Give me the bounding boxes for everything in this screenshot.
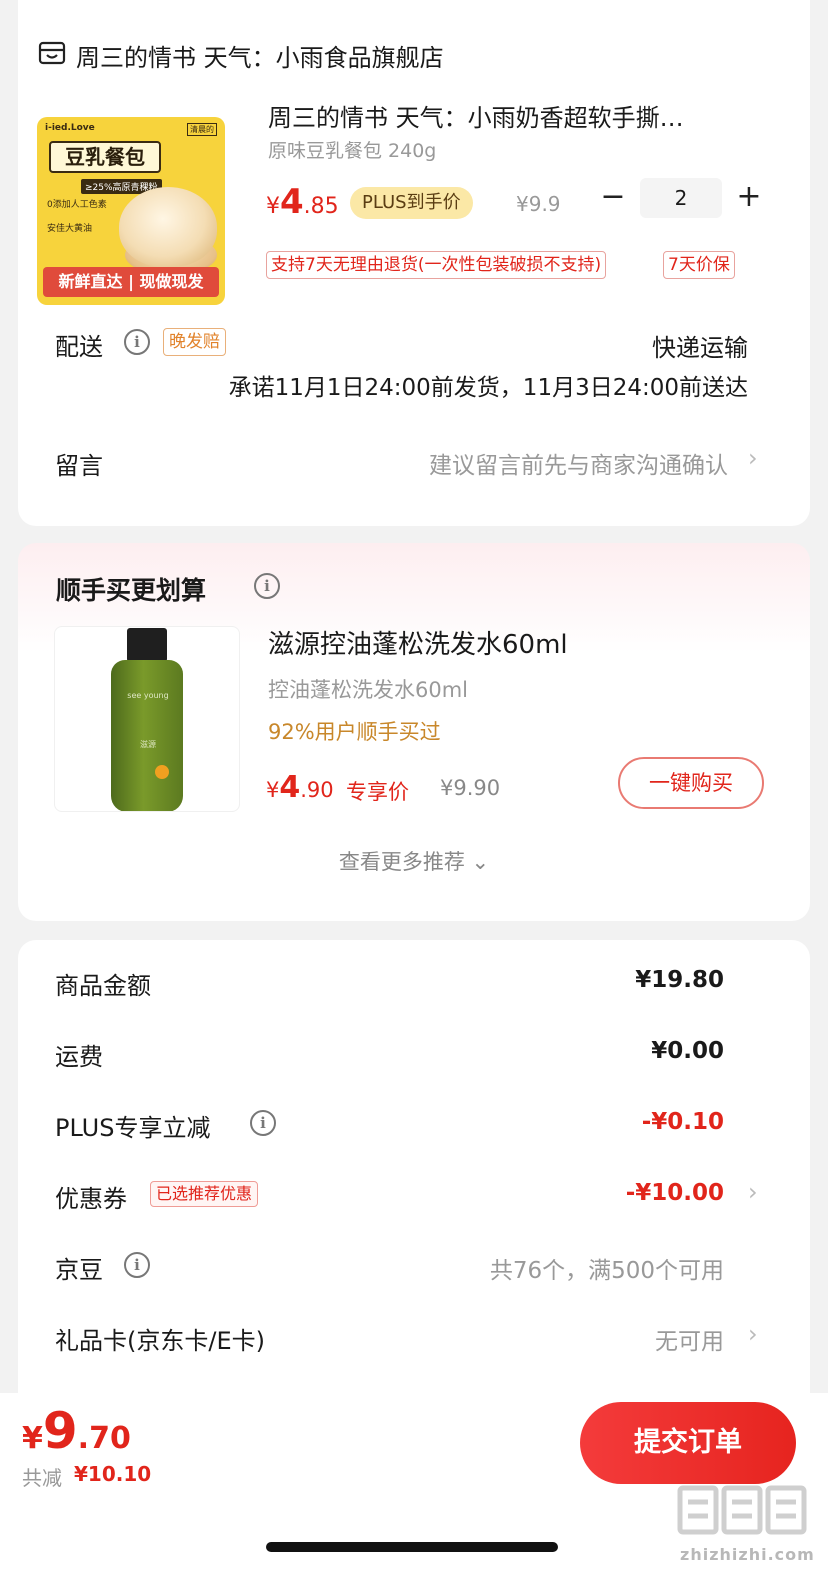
message-label: 留言 [55, 452, 103, 480]
recommend-buy-rate: 92%用户顺手买过 [268, 720, 441, 744]
plus-price-tag: PLUS到手价 [350, 187, 473, 219]
return-policy-tag: 支持7天无理由退货(一次性包装破损不支持) [266, 251, 607, 279]
plus-discount-label: PLUS专享立减 [55, 1114, 211, 1142]
see-more-recommend-link[interactable]: 查看更多推荐 ⌄ [0, 846, 828, 876]
jingdou-label: 京豆 [55, 1256, 103, 1284]
product-image[interactable]: i-ied.Love 清晨的 豆乳餐包 ≥25%高原青稞粉 0添加人工色素 安佳… [37, 117, 225, 305]
product-title[interactable]: 周三的情书 天气：小雨奶香超软手撕… [268, 98, 748, 133]
submit-order-button[interactable]: 提交订单 [580, 1402, 796, 1484]
bottle-label: see young [127, 691, 169, 700]
shipping-method[interactable]: 快递运输 [652, 328, 748, 363]
info-icon[interactable]: i [254, 573, 280, 599]
bottle-badge [155, 765, 169, 779]
info-icon[interactable]: i [124, 1252, 150, 1278]
chevron-right-icon[interactable]: › [748, 1178, 762, 1206]
product-image-brand: i-ied.Love [45, 123, 95, 133]
price-decimal: .70 [77, 1421, 131, 1456]
price-currency: ¥ [22, 1421, 43, 1456]
quantity-input[interactable]: 2 [640, 178, 722, 218]
bottle-cap [127, 628, 167, 662]
goods-amount-value: ¥19.80 [635, 967, 724, 993]
product-image-banner: 新鲜直达 | 现做现发 [43, 267, 219, 297]
chevron-right-icon[interactable]: › [748, 1320, 762, 1348]
price-protect-tag: 7天价保 [663, 251, 735, 279]
total-saved-value: ¥10.10 [74, 1462, 152, 1486]
recommend-product-name[interactable]: 滋源控油蓬松洗发水60ml [268, 624, 568, 661]
shop-name[interactable]: 周三的情书 天气：小雨食品旗舰店 [76, 38, 444, 73]
delivery-label: 配送 [55, 333, 103, 361]
info-icon[interactable]: i [250, 1110, 276, 1136]
product-price: ¥4.85 [266, 182, 339, 222]
quantity-increase-button[interactable]: + [734, 180, 764, 216]
price-integer: 4 [280, 182, 304, 222]
giftcard-value[interactable]: 无可用 [655, 1322, 724, 1356]
recommend-title: 顺手买更划算 [56, 576, 207, 605]
recommend-product-image[interactable]: see young 滋源 [54, 626, 240, 812]
coupon-recommended-tag: 已选推荐优惠 [150, 1181, 259, 1207]
product-spec: 原味豆乳餐包 240g [268, 140, 437, 162]
chevron-right-icon: › [748, 444, 758, 472]
shipping-fee-label: 运费 [55, 1043, 103, 1071]
watermark-text: zhizhizhi.com [680, 1545, 815, 1564]
info-icon[interactable]: i [124, 329, 150, 355]
total-price: ¥9.70 [22, 1402, 131, 1460]
quantity-decrease-button[interactable]: − [598, 180, 628, 216]
goods-amount-label: 商品金额 [55, 972, 151, 1000]
recommend-product-spec: 控油蓬松洗发水60ml [268, 678, 469, 702]
product-image-badge: 清晨的 [187, 123, 217, 136]
total-saved-label: 共减 [22, 1466, 62, 1490]
price-currency: ¥ [266, 194, 280, 219]
price-integer: 9 [42, 1402, 78, 1460]
price-integer: 4 [279, 770, 301, 805]
recommend-price: ¥4.90 [266, 770, 334, 805]
product-image-feature: 安佳大黄油 [47, 224, 93, 234]
home-indicator[interactable] [266, 1542, 558, 1552]
shampoo-bottle-illustration [111, 660, 183, 811]
price-currency: ¥ [266, 778, 280, 802]
exclusive-price-label: 专享价 [346, 780, 409, 804]
late-compensation-tag: 晚发赔 [163, 328, 226, 356]
product-image-feature: 0添加人工色素 [47, 200, 107, 210]
price-decimal: .90 [300, 778, 334, 802]
bread-illustration [119, 187, 217, 267]
delivery-promise: 承诺11月1日24:00前发货，11月3日24:00前送达 [228, 375, 748, 401]
price-decimal: .85 [303, 194, 339, 219]
store-icon [38, 41, 66, 65]
original-price: ¥9.9 [516, 192, 561, 216]
shipping-fee-value: ¥0.00 [651, 1038, 724, 1064]
coupon-label: 优惠券 [55, 1185, 127, 1213]
recommend-original-price: ¥9.90 [440, 776, 501, 800]
coupon-value[interactable]: -¥10.00 [626, 1180, 724, 1206]
one-click-buy-button[interactable]: 一键购买 [618, 757, 764, 809]
bottle-label: 滋源 [140, 740, 156, 749]
message-input[interactable]: 建议留言前先与商家沟通确认 [429, 446, 728, 480]
giftcard-label: 礼品卡(京东卡/E卡) [55, 1327, 265, 1355]
plus-discount-value: -¥0.10 [641, 1109, 724, 1135]
product-image-title: 豆乳餐包 [49, 141, 161, 173]
jingdou-value: 共76个，满500个可用 [489, 1258, 724, 1284]
